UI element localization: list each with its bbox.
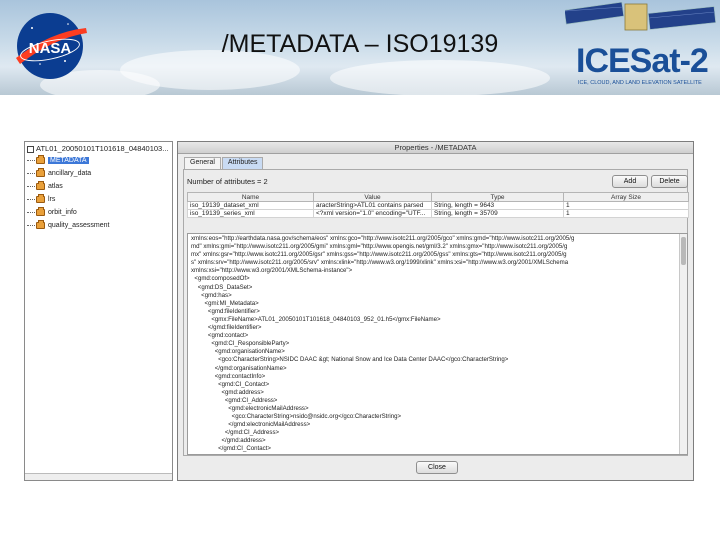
tree-item-label: atlas (48, 183, 63, 190)
table-cell[interactable]: iso_19139_dataset_xml (187, 201, 314, 210)
xml-line: </gmd:organisationName> (191, 364, 287, 372)
tree-item-quality-assessment[interactable]: quality_assessment (27, 220, 109, 231)
xml-line: <gmd:composedOf> (191, 275, 250, 283)
xml-line: md" xmlns:gmi="http://www.isotc211.org/2… (191, 243, 568, 251)
tab-general[interactable]: General (184, 157, 221, 169)
hdf-tree-panel[interactable]: ATL01_20050101T101618_04840103... METADA… (24, 141, 173, 481)
tree-item-metadata[interactable]: METADATA (27, 155, 89, 166)
window-titlebar[interactable]: Properties - /METADATA (178, 142, 693, 154)
tree-item-ancillary-data[interactable]: ancillary_data (27, 168, 91, 179)
table-cell[interactable]: <?xml version="1.0" encoding="UTF... (313, 209, 432, 218)
xml-line: xmlns:xsi="http://www.w3.org/2001/XMLSch… (191, 267, 353, 275)
tree-connector (27, 225, 35, 226)
tree-root[interactable]: ATL01_20050101T101618_04840103... (27, 144, 168, 153)
table-row[interactable]: iso_19139_series_xml <?xml version="1.0"… (187, 209, 689, 218)
properties-window: Properties - /METADATA General Attribute… (177, 141, 694, 481)
xml-line: </gmd:fileIdentifier> (191, 324, 262, 332)
tree-item-lrs[interactable]: lrs (27, 194, 55, 205)
xml-line: <gmd:fileIdentifier> (191, 307, 260, 315)
xml-line: <gco:CharacterString>nsidc@nsidc.org</gc… (191, 413, 402, 421)
xml-line: <gmd:electronicMailAddress> (191, 404, 309, 412)
folder-icon (36, 181, 45, 190)
tree-item-label: orbit_info (48, 209, 77, 216)
tree-connector (27, 186, 35, 187)
xml-line: <gmi:MI_Metadata> (191, 299, 259, 307)
tree-root-label: ATL01_20050101T101618_04840103... (36, 144, 169, 153)
cloud (330, 60, 550, 95)
textarea-vertical-scrollbar[interactable] (679, 234, 687, 454)
column-header[interactable]: Array Size (563, 192, 689, 202)
folder-icon (36, 220, 45, 229)
close-button[interactable]: Close (416, 461, 458, 474)
folder-icon (36, 207, 45, 216)
table-cell[interactable]: aracterString>ATL01 contains parsed (313, 201, 432, 210)
xml-line: <gmd:organisationName> (191, 348, 285, 356)
tree-item-label: METADATA (48, 157, 89, 164)
table-cell[interactable]: String, length = 9643 (431, 201, 564, 210)
tree-item-label: lrs (48, 196, 56, 203)
xml-line: <gmd:DS_DataSet> (191, 283, 253, 291)
column-header[interactable]: Type (431, 192, 564, 202)
table-cell[interactable]: 1 (563, 209, 689, 218)
icesat-wordmark: ICESat-2 (576, 42, 709, 80)
icesat-logo: ICESat-2 ICE, CLOUD, AND LAND ELEVATION … (572, 40, 718, 92)
xml-line: <gmd:CI_Address> (191, 396, 278, 404)
xml-line: </gmd:electronicMailAddress> (191, 421, 311, 429)
xml-line: <gmx:FileName>ATL01_20050101T101618_0484… (191, 315, 441, 323)
tab-attributes[interactable]: Attributes (221, 157, 264, 169)
xml-line: <gmd:contact> (191, 332, 249, 340)
xml-line: <gmd:address> (191, 388, 264, 396)
delete-button[interactable]: Delete (651, 175, 688, 188)
xml-content: xmlns:eos="http://earthdata.nasa.gov/sch… (191, 235, 679, 454)
xml-line: xmlns:eos="http://earthdata.nasa.gov/sch… (191, 235, 575, 242)
scrollbar-thumb[interactable] (681, 237, 686, 265)
tree-connector (27, 199, 35, 200)
table-cell[interactable]: iso_19139_series_xml (187, 209, 314, 218)
column-header[interactable]: Name (187, 192, 314, 202)
tab-bar: General Attributes (184, 157, 264, 169)
icesat-tagline: ICE, CLOUD, AND LAND ELEVATION SATELLITE (578, 80, 702, 86)
tree-item-orbit-info[interactable]: orbit_info (27, 207, 77, 218)
xml-line: </gmd:CI_Contact> (191, 445, 271, 453)
tree-item-label: quality_assessment (48, 222, 110, 229)
add-button[interactable]: Add (612, 175, 648, 188)
xml-line: s" xmlns:srv="http://www.isotc211.org/20… (191, 259, 569, 267)
xml-line: <gmd:has> (191, 291, 232, 299)
attribute-value-textarea[interactable]: xmlns:eos="http://earthdata.nasa.gov/sch… (187, 233, 688, 455)
tree-connector (27, 173, 35, 174)
table-header-row: Name Value Type Array Size (187, 192, 689, 202)
window-title: Properties - /METADATA (394, 143, 477, 152)
tree-horizontal-scrollbar[interactable] (25, 473, 172, 480)
attributes-panel: Number of attributes = 2 Add Delete Name… (183, 169, 689, 456)
folder-icon (36, 155, 45, 164)
folder-icon (36, 168, 45, 177)
xml-line: <gmd:CI_Contact> (191, 380, 270, 388)
slide-banner: NASA /METADATA – ISO19139 ICESat-2 ICE, … (0, 0, 720, 95)
tree-item-atlas[interactable]: atlas (27, 181, 63, 192)
table-cell[interactable]: String, length = 35709 (431, 209, 564, 218)
xml-line: mx" xmlns:gsr="http://www.isotc211.org/2… (191, 251, 567, 259)
xml-line: <gco:CharacterString>NSIDC DAAC &gt; Nat… (191, 356, 509, 364)
xml-line: <gmd:CI_ResponsibleParty> (191, 340, 290, 348)
table-cell[interactable]: 1 (563, 201, 689, 210)
xml-line: <gmd:contactInfo> (191, 372, 266, 380)
attribute-count: Number of attributes = 2 (187, 177, 268, 186)
file-icon (27, 145, 34, 153)
attributes-table: Name Value Type Array Size iso_19139_dat… (187, 192, 689, 218)
folder-icon (36, 194, 45, 203)
xml-line: </gmd:CI_Address> (191, 429, 280, 437)
column-header[interactable]: Value (313, 192, 432, 202)
xml-line: </gmd:address> (191, 437, 266, 445)
tree-connector (27, 160, 35, 161)
tree-item-label: ancillary_data (48, 170, 92, 177)
table-row[interactable]: iso_19139_dataset_xml aracterString>ATL0… (187, 201, 689, 210)
satellite-icon (565, 2, 716, 31)
tree-connector (27, 212, 35, 213)
